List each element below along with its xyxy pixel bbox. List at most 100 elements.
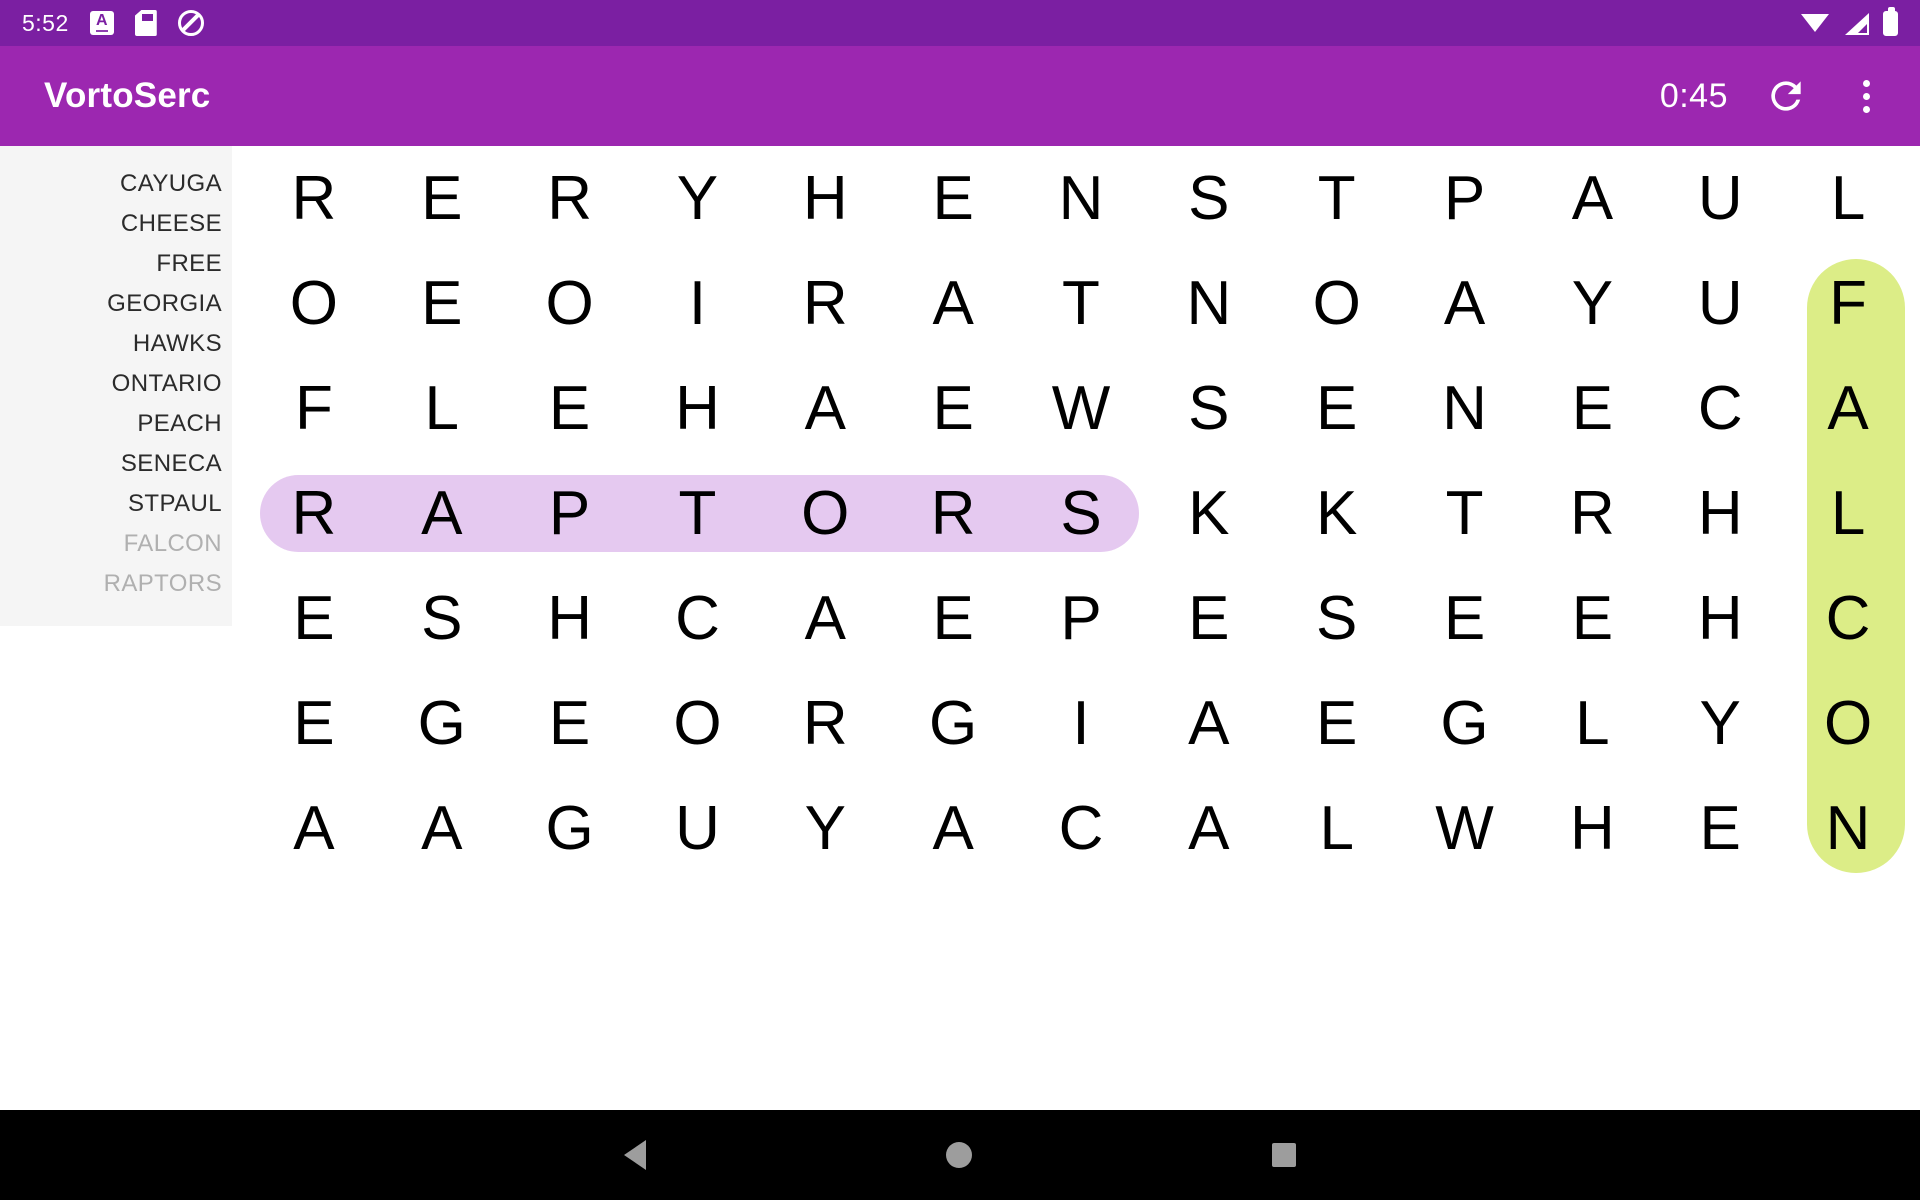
grid-cell[interactable]: R xyxy=(889,461,1017,566)
grid-cell[interactable]: N xyxy=(1145,251,1273,356)
grid-cell[interactable]: O xyxy=(634,671,762,776)
grid-cell[interactable]: T xyxy=(1273,146,1401,251)
grid-cell[interactable]: T xyxy=(634,461,762,566)
grid-cell[interactable]: S xyxy=(1017,461,1145,566)
grid-cell[interactable]: E xyxy=(1273,671,1401,776)
grid-cell[interactable]: A xyxy=(761,356,889,461)
grid-cell[interactable]: O xyxy=(506,251,634,356)
grid-cell[interactable]: H xyxy=(634,356,762,461)
grid-cell[interactable]: R xyxy=(506,146,634,251)
grid-cell[interactable]: W xyxy=(1017,356,1145,461)
grid-cell[interactable]: E xyxy=(506,671,634,776)
grid-cell[interactable]: H xyxy=(1528,776,1656,881)
grid-cell[interactable]: F xyxy=(250,356,378,461)
grid-cell[interactable]: Y xyxy=(1528,251,1656,356)
word-list-item[interactable]: SENECA xyxy=(121,444,222,484)
grid-cell[interactable]: R xyxy=(761,251,889,356)
refresh-icon[interactable] xyxy=(1762,72,1810,120)
grid-cell[interactable]: N xyxy=(1017,146,1145,251)
grid-cell[interactable]: E xyxy=(889,566,1017,671)
grid-cell[interactable]: H xyxy=(506,566,634,671)
grid-cell[interactable]: O xyxy=(761,461,889,566)
grid-cell[interactable]: E xyxy=(889,146,1017,251)
grid-cell[interactable]: C xyxy=(1656,356,1784,461)
grid-cell[interactable]: E xyxy=(378,251,506,356)
grid-cell[interactable]: T xyxy=(1017,251,1145,356)
grid-cell[interactable]: L xyxy=(1528,671,1656,776)
grid-cell[interactable]: U xyxy=(1656,146,1784,251)
word-list-item[interactable]: HAWKS xyxy=(133,324,222,364)
grid-cell[interactable]: A xyxy=(761,566,889,671)
grid-cell[interactable]: G xyxy=(506,776,634,881)
grid-cell[interactable]: E xyxy=(1528,566,1656,671)
word-list-item[interactable]: GEORGIA xyxy=(107,284,222,324)
grid-cell[interactable]: E xyxy=(250,566,378,671)
grid-cell[interactable]: A xyxy=(1784,356,1912,461)
grid-cell[interactable]: E xyxy=(378,146,506,251)
grid-cell[interactable]: Y xyxy=(634,146,762,251)
grid-cell[interactable]: S xyxy=(1145,146,1273,251)
grid-cell[interactable]: L xyxy=(1273,776,1401,881)
grid-cell[interactable]: R xyxy=(761,671,889,776)
word-list-item[interactable]: FALCON xyxy=(124,524,222,564)
grid-cell[interactable]: A xyxy=(1145,671,1273,776)
word-list-item[interactable]: FREE xyxy=(156,244,222,284)
grid-cell[interactable]: E xyxy=(1145,566,1273,671)
grid-cell[interactable]: G xyxy=(889,671,1017,776)
grid-cell[interactable]: A xyxy=(1401,251,1529,356)
more-options-icon[interactable] xyxy=(1844,70,1888,122)
grid-cell[interactable]: E xyxy=(506,356,634,461)
grid-cell[interactable]: O xyxy=(250,251,378,356)
grid-cell[interactable]: U xyxy=(634,776,762,881)
grid-cell[interactable]: A xyxy=(889,776,1017,881)
grid-cell[interactable]: P xyxy=(1017,566,1145,671)
grid-cell[interactable]: A xyxy=(250,776,378,881)
grid-cell[interactable]: L xyxy=(1784,461,1912,566)
grid-cell[interactable]: E xyxy=(889,356,1017,461)
grid-cell[interactable]: E xyxy=(1273,356,1401,461)
grid-cell[interactable]: G xyxy=(378,671,506,776)
grid-cell[interactable]: P xyxy=(506,461,634,566)
grid-cell[interactable]: A xyxy=(378,776,506,881)
grid-cell[interactable]: S xyxy=(1145,356,1273,461)
grid-cell[interactable]: O xyxy=(1273,251,1401,356)
grid-cell[interactable]: O xyxy=(1784,671,1912,776)
grid-cell[interactable]: L xyxy=(378,356,506,461)
letter-grid[interactable]: RERYHENSTPAULOEOIRATNOAYUFFLEHAEWSENECAR… xyxy=(250,146,1920,881)
grid-cell[interactable]: A xyxy=(378,461,506,566)
word-list-item[interactable]: CAYUGA xyxy=(120,164,222,204)
grid-cell[interactable]: Y xyxy=(761,776,889,881)
grid-cell[interactable]: H xyxy=(1656,461,1784,566)
grid-cell[interactable]: L xyxy=(1784,146,1912,251)
grid-cell[interactable]: N xyxy=(1401,356,1529,461)
recent-apps-nav-icon[interactable] xyxy=(1272,1143,1296,1167)
grid-cell[interactable]: U xyxy=(1656,251,1784,356)
grid-cell[interactable]: S xyxy=(378,566,506,671)
grid-cell[interactable]: E xyxy=(1528,356,1656,461)
grid-cell[interactable]: N xyxy=(1784,776,1912,881)
grid-cell[interactable]: C xyxy=(634,566,762,671)
grid-cell[interactable]: E xyxy=(250,671,378,776)
grid-cell[interactable]: I xyxy=(634,251,762,356)
grid-cell[interactable]: I xyxy=(1017,671,1145,776)
grid-cell[interactable]: H xyxy=(761,146,889,251)
word-list-item[interactable]: ONTARIO xyxy=(112,364,222,404)
grid-cell[interactable]: R xyxy=(1528,461,1656,566)
grid-cell[interactable]: T xyxy=(1401,461,1529,566)
grid-cell[interactable]: R xyxy=(250,461,378,566)
grid-cell[interactable]: K xyxy=(1145,461,1273,566)
word-list-item[interactable]: CHEESE xyxy=(121,204,222,244)
word-list-item[interactable]: STPAUL xyxy=(128,484,222,524)
grid-cell[interactable]: A xyxy=(1145,776,1273,881)
grid-cell[interactable]: C xyxy=(1784,566,1912,671)
grid-cell[interactable]: F xyxy=(1784,251,1912,356)
grid-cell[interactable]: P xyxy=(1401,146,1529,251)
grid-cell[interactable]: Y xyxy=(1656,671,1784,776)
grid-cell[interactable]: G xyxy=(1401,671,1529,776)
grid-cell[interactable]: K xyxy=(1273,461,1401,566)
grid-cell[interactable]: C xyxy=(1017,776,1145,881)
grid-cell[interactable]: H xyxy=(1656,566,1784,671)
home-nav-icon[interactable] xyxy=(946,1142,972,1168)
grid-cell[interactable]: W xyxy=(1401,776,1529,881)
word-list-item[interactable]: RAPTORS xyxy=(104,564,222,604)
